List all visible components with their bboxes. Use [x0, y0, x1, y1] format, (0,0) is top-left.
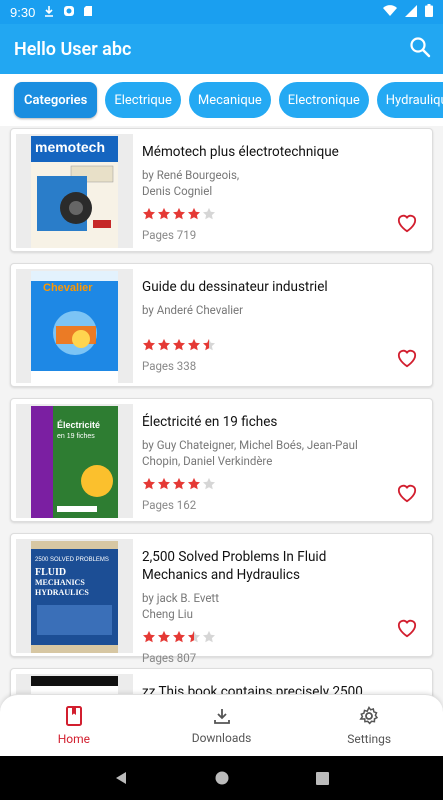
rating-stars — [142, 207, 390, 222]
book-title: Mémotech plus électrotechnique — [142, 144, 339, 160]
system-navigation-bar — [0, 756, 443, 800]
chip-mecanique[interactable]: Mecanique — [188, 82, 271, 118]
book-card[interactable]: Chevalier Guide du dessinateur industrie… — [10, 263, 433, 387]
book-card[interactable]: 2500 SOLVED PROBLEMS FLUID MECHANICS HYD… — [10, 533, 433, 665]
favorite-heart-icon[interactable] — [396, 618, 418, 638]
star-icon — [142, 338, 156, 351]
nav-settings-label: Settings — [347, 731, 392, 746]
book-pages: Pages 807 — [142, 651, 197, 665]
star-icon — [202, 630, 216, 643]
cover-title-text-2: MECHANICS — [35, 578, 85, 587]
book-title: Guide du dessinateur industriel — [142, 279, 328, 295]
app-title: Hello User abc — [14, 38, 132, 60]
cover-title-text: memotech — [35, 139, 105, 155]
recents-icon[interactable] — [316, 771, 330, 785]
favorite-heart-icon[interactable] — [396, 348, 418, 368]
star-icon — [202, 477, 216, 490]
book-author: by Guy Chateigner, Michel Boés, Jean-Pau… — [142, 438, 358, 468]
book-title: 2,500 Solved Problems In Fluid Mechanics… — [142, 549, 327, 583]
rating-stars — [142, 630, 390, 645]
chip-electrique[interactable]: Electrique — [105, 82, 181, 118]
battery-icon — [425, 4, 433, 20]
book-author: by René Bourgeois, Denis Cogniel — [142, 168, 240, 198]
app-status-icon — [63, 5, 75, 20]
star-icon — [142, 630, 156, 643]
star-icon — [187, 477, 201, 490]
star-icon — [172, 477, 186, 490]
book-pages: Pages 719 — [142, 228, 197, 242]
star-icon — [142, 477, 156, 490]
chip-hydraulique[interactable]: Hydraulique — [376, 82, 443, 118]
star-icon — [202, 338, 216, 351]
nav-home[interactable]: Home — [0, 695, 148, 756]
star-icon — [202, 207, 216, 220]
book-cover-image: memotech — [31, 136, 118, 248]
book-info: Guide du dessinateur industriel by Ander… — [142, 278, 390, 373]
star-icon — [157, 207, 171, 220]
star-icon — [187, 207, 201, 220]
star-icon — [157, 338, 171, 351]
nav-settings[interactable]: Settings — [295, 695, 443, 756]
star-icon — [172, 338, 186, 351]
wifi-icon — [383, 4, 397, 20]
nav-downloads[interactable]: Downloads — [148, 695, 296, 756]
book-cover-image: 2500 SOLVED PROBLEMS FLUID MECHANICS HYD… — [31, 541, 118, 653]
download-icon — [213, 708, 230, 724]
sd-card-icon — [83, 5, 93, 20]
cover-small-text: 2500 SOLVED PROBLEMS — [35, 557, 109, 563]
cover-title-text: Électricité — [57, 420, 100, 430]
book-info: Mémotech plus électrotechnique by René B… — [142, 143, 390, 242]
book-card[interactable]: memotech Mémotech plus électrotechnique … — [10, 128, 433, 252]
book-info: 2,500 Solved Problems In Fluid Mechanics… — [142, 548, 390, 665]
app-bar: Hello User abc — [0, 24, 443, 74]
favorite-heart-icon[interactable] — [396, 483, 418, 503]
download-status-icon — [43, 5, 55, 20]
cover-title-text: Chevalier — [43, 282, 93, 294]
star-icon — [172, 630, 186, 643]
star-icon — [157, 477, 171, 490]
status-time: 9:30 — [10, 4, 36, 20]
nav-downloads-label: Downloads — [191, 730, 252, 745]
book-info: Électricité en 19 fiches by Guy Chateign… — [142, 413, 390, 512]
chip-electronique[interactable]: Electronique — [278, 82, 369, 118]
favorite-heart-icon[interactable] — [396, 213, 418, 233]
cover-subtitle-text: en 19 fiches — [57, 433, 95, 440]
book-cover-image: Électricité en 19 fiches — [31, 406, 118, 518]
categories-chip[interactable]: Categories — [14, 82, 98, 118]
rating-stars — [142, 477, 390, 492]
book-title: Électricité en 19 fiches — [142, 414, 278, 430]
category-chips: Categories Electrique Mecanique Electron… — [0, 74, 443, 126]
back-icon[interactable] — [114, 771, 128, 785]
star-icon — [157, 630, 171, 643]
search-icon[interactable] — [409, 36, 431, 62]
book-icon — [65, 705, 82, 726]
book-pages: Pages 162 — [142, 498, 197, 512]
rating-stars — [142, 338, 390, 353]
cover-title-text-3: HYDRAULICS — [35, 588, 89, 597]
cover-title-text: FLUID — [35, 567, 66, 578]
book-author: by jack B. Evett Cheng Liu — [142, 591, 219, 621]
star-icon — [187, 338, 201, 351]
book-author: by Anderé Chevalier — [142, 303, 244, 317]
star-icon — [142, 207, 156, 220]
status-bar: 9:30 — [0, 0, 443, 24]
book-cover-image: Chevalier — [31, 271, 118, 383]
home-icon[interactable] — [215, 771, 229, 785]
star-icon — [172, 207, 186, 220]
gear-icon — [359, 705, 379, 725]
signal-icon — [405, 4, 417, 20]
star-icon — [187, 630, 201, 643]
book-pages: Pages 338 — [142, 359, 197, 373]
bottom-navigation: Home Downloads Settings — [0, 694, 443, 756]
book-card[interactable]: Électricité en 19 fiches Électricité en … — [10, 398, 433, 522]
nav-home-label: Home — [57, 731, 90, 746]
